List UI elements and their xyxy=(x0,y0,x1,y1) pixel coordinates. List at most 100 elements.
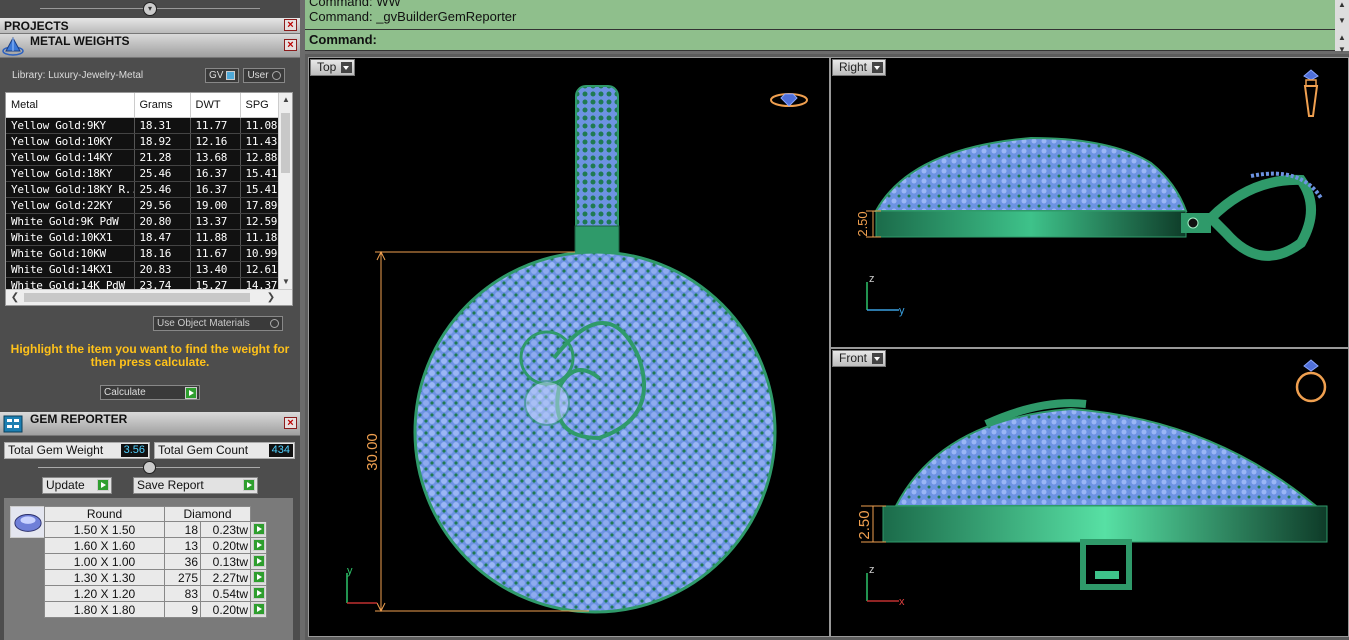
spg-cell: 15.41 xyxy=(240,181,279,198)
gem-reporter-body: Total Gem Weight 3.56 Total Gem Count 43… xyxy=(0,436,300,640)
top-viewport-label[interactable]: Top xyxy=(310,59,356,76)
chevron-down-icon[interactable] xyxy=(341,62,353,73)
command-history-scrollbar[interactable]: ▲ ▼ ▲ ▼ xyxy=(1335,0,1349,54)
column-header-spg[interactable]: SPG xyxy=(240,93,279,118)
scroll-right-arrow-icon[interactable]: ❯ xyxy=(264,290,278,305)
select-gem-button[interactable] xyxy=(250,569,267,586)
gem-panel-resize-handle[interactable] xyxy=(143,461,156,474)
metal-table-header-row: Metal Grams DWT SPG xyxy=(6,93,279,118)
metal-weights-close-button[interactable]: × xyxy=(284,39,297,51)
select-gem-button[interactable] xyxy=(250,601,267,618)
spg-cell: 15.41 xyxy=(240,165,279,182)
command-history: Command: WW Command: _gvBuilderGemReport… xyxy=(309,0,516,24)
dwt-cell: 13.68 xyxy=(190,149,241,166)
select-gem-button[interactable] xyxy=(250,537,267,554)
select-gem-button[interactable] xyxy=(250,585,267,602)
metal-table-row[interactable]: Yellow Gold:18KY 25.46 16.37 15.41 xyxy=(6,165,279,182)
gem-report-table: Round Diamond 1.50 X 1.50 18 0.23tw 1.60 X … xyxy=(44,506,267,618)
metal-weights-table[interactable]: Metal Grams DWT SPG Yellow Gold:9KY 18.31… xyxy=(5,92,293,306)
resize-handle[interactable]: ▾ xyxy=(143,2,157,16)
metal-table-row[interactable]: White Gold:10KW 18.16 11.67 10.99 xyxy=(6,245,279,262)
calculate-hint-text: Highlight the item you want to find the … xyxy=(10,342,290,369)
user-toggle[interactable]: User xyxy=(243,68,285,83)
horizontal-scroll-thumb[interactable] xyxy=(24,293,250,302)
chevron-down-icon[interactable] xyxy=(872,353,884,364)
right-dimension-value: 2.50 xyxy=(855,211,870,236)
chevron-down-icon[interactable] xyxy=(872,62,884,73)
total-gem-count-value: 434 xyxy=(268,444,293,457)
metal-weights-header[interactable]: METAL WEIGHTS × xyxy=(0,34,300,58)
front-viewport[interactable]: Front 2.50 z x xyxy=(830,348,1349,637)
top-viewport[interactable]: Top 30.00 y xyxy=(308,57,830,637)
metal-table-row[interactable]: Yellow Gold:18KY R... 25.46 16.37 15.41 xyxy=(6,181,279,198)
metal-name-cell: Yellow Gold:10KY xyxy=(6,133,135,150)
gem-table-row[interactable]: 1.30 X 1.30 275 2.27tw xyxy=(44,569,267,586)
scroll-up-arrow-icon[interactable]: ▲ xyxy=(279,93,292,107)
grams-cell: 18.16 xyxy=(134,245,191,262)
metal-table-row[interactable]: Yellow Gold:9KY 18.31 11.77 11.08 xyxy=(6,117,279,134)
metal-weights-icon xyxy=(2,36,24,56)
gem-table-row[interactable]: 1.80 X 1.80 9 0.20tw xyxy=(44,601,267,618)
metal-table-row[interactable]: Yellow Gold:14KY 21.28 13.68 12.88 xyxy=(6,149,279,166)
column-header-metal[interactable]: Metal xyxy=(6,93,135,118)
select-gem-button[interactable] xyxy=(250,553,267,570)
panel-resize-bar[interactable]: ▾ xyxy=(0,0,300,18)
dwt-cell: 13.37 xyxy=(190,213,241,230)
column-header-grams[interactable]: Grams xyxy=(134,93,191,118)
projects-close-button[interactable]: × xyxy=(284,19,297,31)
total-gem-weight-field: Total Gem Weight 3.56 xyxy=(4,442,150,459)
command-prompt[interactable]: Command: xyxy=(305,29,1335,50)
metal-table-row[interactable]: Yellow Gold:10KY 18.92 12.16 11.43 xyxy=(6,133,279,150)
pendant-view-icon[interactable] xyxy=(1303,69,1319,117)
gem-reporter-header[interactable]: GEM REPORTER × xyxy=(0,412,300,436)
metal-table-row[interactable]: White Gold:14KX1 20.83 13.40 12.61 xyxy=(6,261,279,278)
scroll-up-arrow-icon[interactable]: ▲ xyxy=(1335,0,1349,12)
metal-table-row[interactable]: Yellow Gold:22KY 29.56 19.00 17.89 xyxy=(6,197,279,214)
gem-view-icon[interactable] xyxy=(770,93,808,107)
play-arrow-icon xyxy=(185,387,197,399)
use-object-materials-toggle[interactable]: Use Object Materials xyxy=(153,316,283,331)
calculate-button[interactable]: Calculate xyxy=(100,385,200,400)
front-viewport-label[interactable]: Front xyxy=(832,350,887,367)
ring-view-icon[interactable] xyxy=(1295,359,1327,403)
gem-table-row[interactable]: 1.20 X 1.20 83 0.54tw xyxy=(44,585,267,602)
gem-size-cell: 1.30 X 1.30 xyxy=(44,569,165,586)
right-viewport-label[interactable]: Right xyxy=(832,59,887,76)
calculate-button-label: Calculate xyxy=(104,387,146,398)
scroll-down-arrow-icon[interactable]: ▼ xyxy=(1335,16,1349,28)
scroll-left-arrow-icon[interactable]: ❮ xyxy=(8,290,22,305)
save-report-button[interactable]: Save Report xyxy=(133,477,258,494)
metal-table-horizontal-scrollbar[interactable]: ❮ ❯ xyxy=(6,289,292,305)
gem-table-row[interactable]: 1.00 X 1.00 36 0.13tw xyxy=(44,553,267,570)
select-gem-button[interactable] xyxy=(250,521,267,538)
total-gem-count-field: Total Gem Count 434 xyxy=(154,442,295,459)
dwt-cell: 13.40 xyxy=(190,261,241,278)
gem-shape-header: Round xyxy=(44,506,165,522)
gv-toggle[interactable]: GV xyxy=(205,68,240,83)
svg-text:z: z xyxy=(869,564,875,576)
metal-table-vertical-scrollbar[interactable]: ▲ ▼ xyxy=(278,93,292,289)
gem-size-cell: 1.80 X 1.80 xyxy=(44,601,165,618)
update-button[interactable]: Update xyxy=(42,477,112,494)
gem-report-area: Round Diamond 1.50 X 1.50 18 0.23tw 1.60 X … xyxy=(4,498,293,640)
gem-table-row[interactable]: 1.60 X 1.60 13 0.20tw xyxy=(44,537,267,554)
projects-header[interactable]: PROJECTS × xyxy=(0,18,300,34)
gem-size-cell: 1.60 X 1.60 xyxy=(44,537,165,554)
vertical-scroll-thumb[interactable] xyxy=(281,113,290,173)
metal-name-cell: Yellow Gold:18KY R... xyxy=(6,181,135,198)
grams-cell: 21.28 xyxy=(134,149,191,166)
column-header-dwt[interactable]: DWT xyxy=(190,93,241,118)
play-arrow-icon xyxy=(97,479,109,491)
spg-cell: 17.89 xyxy=(240,197,279,214)
use-object-materials-label: Use Object Materials xyxy=(157,318,250,329)
metal-table-row[interactable]: White Gold:10KX1 18.47 11.88 11.18 xyxy=(6,229,279,246)
gem-weight-cell: 0.13tw xyxy=(200,553,251,570)
right-viewport[interactable]: Right 2.50 z y xyxy=(830,57,1349,348)
gem-table-row[interactable]: 1.50 X 1.50 18 0.23tw xyxy=(44,521,267,538)
metal-table-row[interactable]: White Gold:9K PdW 20.80 13.37 12.59 xyxy=(6,213,279,230)
gem-reporter-close-button[interactable]: × xyxy=(284,417,297,429)
scroll-up-arrow-icon[interactable]: ▲ xyxy=(1335,33,1349,45)
right-viewport-name: Right xyxy=(839,60,868,74)
grams-cell: 18.31 xyxy=(134,117,191,134)
scroll-down-arrow-icon[interactable]: ▼ xyxy=(279,275,292,289)
